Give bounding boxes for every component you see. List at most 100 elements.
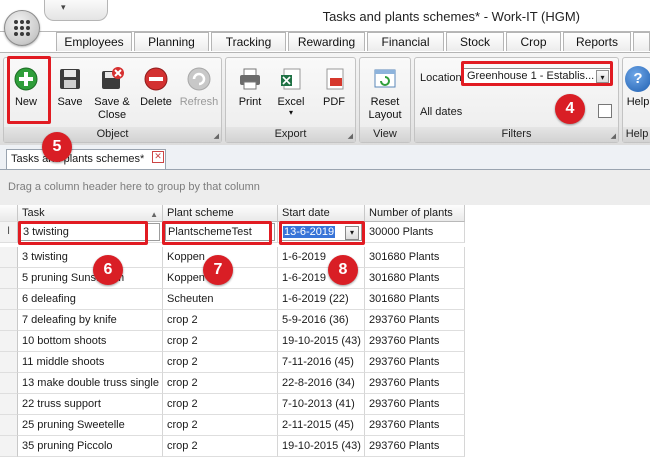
number-of-plants-cell[interactable]: 293760 Plants	[365, 352, 465, 373]
pdf-button-label: PDF	[323, 96, 345, 108]
tab-tasks-plant-schemes[interactable]: Tasks and plants schemes*	[6, 149, 166, 169]
number-of-plants-cell[interactable]: 301680 Plants	[365, 289, 465, 310]
row-indicator[interactable]	[0, 247, 18, 268]
table-row[interactable]: 7 deleafing by knife crop 2 5-9-2016 (36) 2…	[0, 310, 650, 331]
reset-layout-icon	[374, 69, 396, 88]
reset-layout-button[interactable]: Reset Layout	[363, 60, 407, 124]
new-row-plant-cell[interactable]: PlantschemeTest	[163, 222, 278, 243]
row-indicator[interactable]	[0, 352, 18, 373]
table-row[interactable]: 10 bottom shoots crop 2 19-10-2015 (43) 293…	[0, 331, 650, 352]
task-cell[interactable]: 10 bottom shoots	[18, 331, 163, 352]
number-of-plants-cell[interactable]: 293760 Plants	[365, 415, 465, 436]
plant-scheme-input[interactable]: PlantschemeTest	[165, 223, 275, 241]
row-indicator[interactable]	[0, 268, 18, 289]
plant-scheme-cell[interactable]: crop 2	[163, 394, 278, 415]
save-close-button[interactable]: Save & Close	[91, 60, 133, 124]
save-button[interactable]: Save	[52, 60, 88, 124]
reset-layout-label-1: Reset	[370, 96, 400, 108]
plant-scheme-cell[interactable]: crop 2	[163, 352, 278, 373]
column-header-start-date[interactable]: Start date	[278, 205, 365, 222]
row-indicator[interactable]	[0, 331, 18, 352]
start-date-cell[interactable]: 22-8-2016 (34)	[278, 373, 365, 394]
start-date-picker[interactable]: 13-6-2019 ▾	[280, 223, 362, 241]
row-indicator[interactable]	[0, 394, 18, 415]
table-row[interactable]: 13 make double truss single crop 2 22-8-20…	[0, 373, 650, 394]
new-row-date-cell[interactable]: 13-6-2019 ▾	[278, 222, 365, 243]
task-cell[interactable]: 11 middle shoots	[18, 352, 163, 373]
task-cell[interactable]: 6 deleafing	[18, 289, 163, 310]
new-row-task-cell[interactable]: 3 twisting	[18, 222, 163, 243]
app-menu-button[interactable]	[4, 10, 40, 46]
tab-reports[interactable]: Reports	[563, 32, 631, 51]
start-date-cell[interactable]: 5-9-2016 (36)	[278, 310, 365, 331]
new-button[interactable]: New	[8, 60, 44, 124]
chevron-down-icon[interactable]: ▾	[345, 226, 359, 240]
tab-more[interactable]	[633, 32, 650, 51]
task-cell[interactable]: 3 twisting	[18, 247, 163, 268]
plant-scheme-cell[interactable]: crop 2	[163, 331, 278, 352]
tab-stock[interactable]: Stock	[446, 32, 504, 51]
column-header-number-of-plants[interactable]: Number of plants	[365, 205, 465, 222]
row-indicator[interactable]	[0, 310, 18, 331]
start-date-cell[interactable]: 1-6-2019 (22)	[278, 289, 365, 310]
number-of-plants-cell[interactable]: 301680 Plants	[365, 268, 465, 289]
number-of-plants-cell[interactable]: 293760 Plants	[365, 436, 465, 457]
help-button[interactable]: ? Help	[623, 60, 650, 124]
table-row[interactable]: 25 pruning Sweetelle crop 2 2-11-2015 (45)…	[0, 415, 650, 436]
row-indicator[interactable]	[0, 436, 18, 457]
task-input[interactable]: 3 twisting	[20, 223, 160, 241]
table-row[interactable]: 6 deleafing Scheuten 1-6-2019 (22) 301680 P…	[0, 289, 650, 310]
excel-button[interactable]: Excel ▾	[272, 60, 310, 124]
task-cell[interactable]: 25 pruning Sweetelle	[18, 415, 163, 436]
start-date-cell[interactable]: 7-11-2016 (45)	[278, 352, 365, 373]
tab-employees[interactable]: Employees	[56, 32, 132, 51]
tab-rewarding[interactable]: Rewarding	[288, 32, 365, 51]
plant-scheme-cell[interactable]: crop 2	[163, 415, 278, 436]
tab-tracking[interactable]: Tracking	[211, 32, 286, 51]
dialog-launcher-icon[interactable]: ◢	[611, 132, 616, 140]
plant-scheme-cell[interactable]: crop 2	[163, 373, 278, 394]
start-date-cell[interactable]: 19-10-2015 (43)	[278, 436, 365, 457]
row-indicator[interactable]	[0, 289, 18, 310]
number-of-plants-cell[interactable]: 293760 Plants	[365, 373, 465, 394]
task-cell[interactable]: 7 deleafing by knife	[18, 310, 163, 331]
column-header-task[interactable]: Task ▲	[18, 205, 163, 222]
new-row-plants-cell[interactable]: 30000 Plants	[365, 222, 465, 243]
dialog-launcher-icon[interactable]: ◢	[348, 132, 353, 140]
pdf-button[interactable]: PDF	[316, 60, 352, 124]
start-date-cell[interactable]: 19-10-2015 (43)	[278, 331, 365, 352]
start-date-cell[interactable]: 7-10-2013 (41)	[278, 394, 365, 415]
start-date-cell[interactable]: 2-11-2015 (45)	[278, 415, 365, 436]
chevron-down-icon[interactable]: ▾	[596, 70, 609, 83]
number-of-plants-cell[interactable]: 293760 Plants	[365, 310, 465, 331]
print-button[interactable]: Print	[232, 60, 268, 124]
table-row[interactable]: 11 middle shoots crop 2 7-11-2016 (45) 2937…	[0, 352, 650, 373]
delete-button[interactable]: Delete	[137, 60, 175, 124]
number-of-plants-cell[interactable]: 293760 Plants	[365, 394, 465, 415]
plant-scheme-cell[interactable]: Scheuten	[163, 289, 278, 310]
task-cell[interactable]: 22 truss support	[18, 394, 163, 415]
plant-scheme-cell[interactable]: crop 2	[163, 436, 278, 457]
location-select[interactable]: Greenhouse 1 - Establis... ▾	[463, 68, 611, 85]
number-of-plants-cell[interactable]: 301680 Plants	[365, 247, 465, 268]
close-icon[interactable]: ✕	[152, 151, 164, 163]
table-row[interactable]: 35 pruning Piccolo crop 2 19-10-2015 (43) 2…	[0, 436, 650, 457]
excel-icon	[281, 68, 301, 90]
row-indicator[interactable]	[0, 415, 18, 436]
tab-crop[interactable]: Crop	[506, 32, 561, 51]
task-cell[interactable]: 35 pruning Piccolo	[18, 436, 163, 457]
pdf-icon	[326, 68, 344, 90]
plant-scheme-cell[interactable]: crop 2	[163, 310, 278, 331]
number-of-plants-cell[interactable]: 293760 Plants	[365, 331, 465, 352]
row-indicator[interactable]	[0, 373, 18, 394]
refresh-button[interactable]: Refresh	[179, 60, 219, 124]
tab-planning[interactable]: Planning	[134, 32, 209, 51]
table-row[interactable]: 22 truss support crop 2 7-10-2013 (41) 2937…	[0, 394, 650, 415]
dialog-launcher-icon[interactable]: ◢	[214, 132, 219, 140]
column-header-plant-scheme[interactable]: Plant scheme	[163, 205, 278, 222]
task-cell[interactable]: 5 pruning Sunstream	[18, 268, 163, 289]
group-by-panel[interactable]: Drag a column header here to group by th…	[0, 170, 650, 206]
tab-financial[interactable]: Financial	[367, 32, 444, 51]
task-cell[interactable]: 13 make double truss single	[18, 373, 163, 394]
all-dates-checkbox[interactable]	[598, 104, 612, 118]
